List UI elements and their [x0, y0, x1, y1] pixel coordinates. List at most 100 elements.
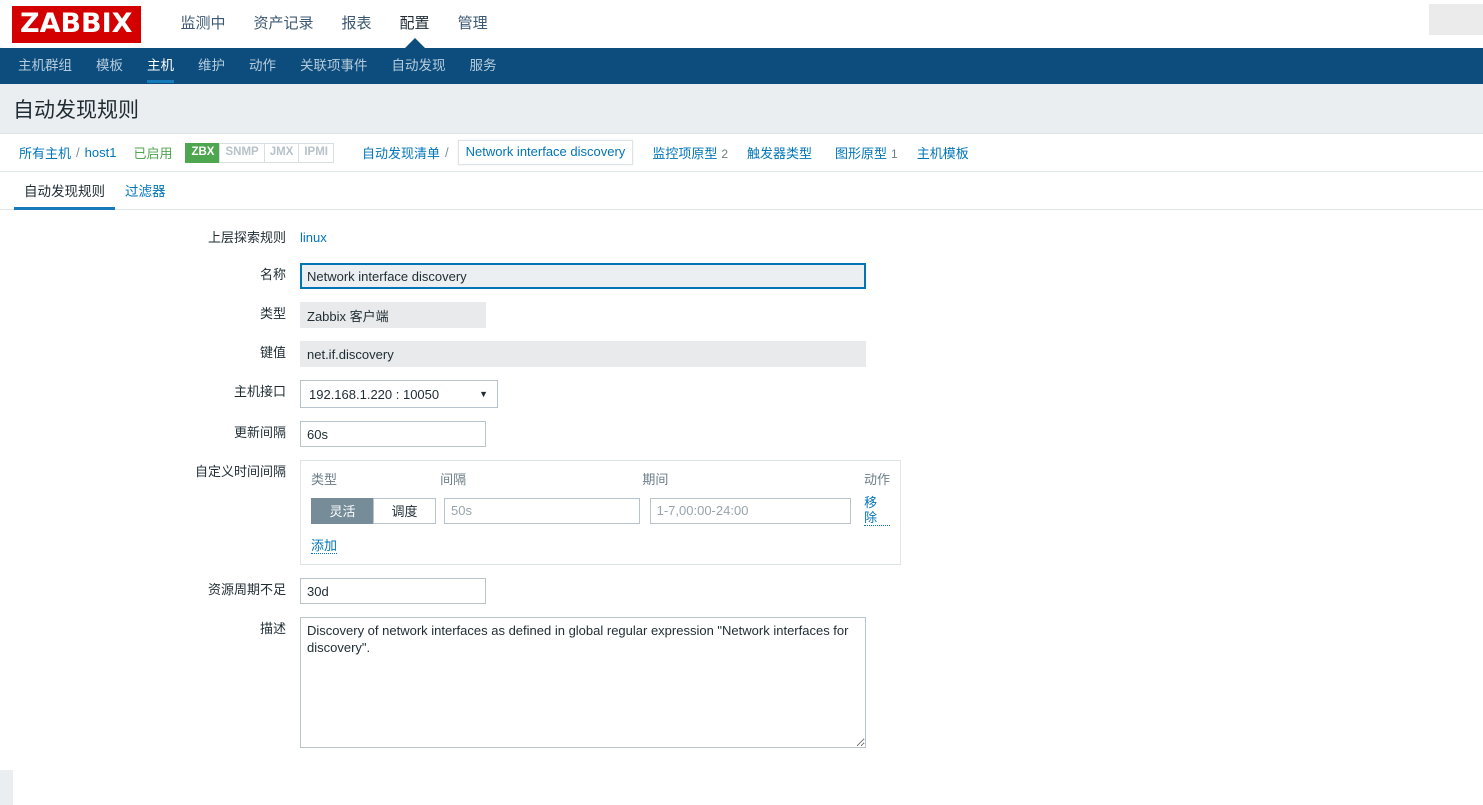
label-key: 键值: [259, 345, 286, 360]
main-menu-item-configuration[interactable]: 配置: [386, 0, 444, 48]
form-row-description: 描述: [0, 617, 1483, 751]
interval-value-input[interactable]: [444, 497, 640, 524]
host-status-enabled[interactable]: 已启用: [133, 143, 172, 162]
key-input[interactable]: [300, 341, 866, 367]
main-menu-item-reports[interactable]: 报表: [328, 0, 386, 48]
form-row-host-interface: 主机接口 192.168.1.220 : 10050 ▼: [0, 380, 1483, 408]
breadcrumb-current-rule[interactable]: Network interface discovery: [457, 140, 634, 165]
interval-type-flexible-button[interactable]: 灵活: [311, 497, 375, 524]
breadcrumb-link-host-prototypes[interactable]: 主机模板: [917, 143, 973, 162]
custom-intervals-table: 类型 间隔 期间 动作 灵活 调度 移除 添加: [300, 460, 901, 565]
add-interval-link[interactable]: 添加: [311, 538, 338, 554]
interval-type-toggle: 灵活 调度: [311, 497, 437, 524]
subnav-item-templates[interactable]: 模板: [84, 48, 135, 84]
breadcrumb: 所有主机 / host1 已启用 ZBX SNMP JMX IPMI 自动发现清…: [0, 134, 1483, 172]
interface-badge-ipmi[interactable]: IPMI: [298, 142, 334, 163]
subnav-item-hosts[interactable]: 主机: [135, 48, 186, 84]
field-type: [300, 302, 1483, 328]
user-profile-placeholder[interactable]: [1429, 4, 1483, 35]
main-menu: 监测中 资产记录 报表 配置 管理: [167, 0, 502, 48]
sub-navigation: 主机群组 模板 主机 维护 动作 关联项事件 自动发现 服务: [0, 48, 1483, 84]
form-row-update-interval: 更新间隔: [0, 421, 1483, 447]
field-update-interval: [300, 421, 1483, 447]
description-textarea[interactable]: [300, 617, 866, 748]
subnav-item-discovery[interactable]: 自动发现: [380, 48, 458, 84]
interface-badges: ZBX SNMP JMX IPMI: [185, 142, 334, 163]
breadcrumb-discovery-list[interactable]: 自动发现清单: [362, 143, 440, 162]
name-input[interactable]: [300, 263, 866, 289]
top-header: ZABBIX 监测中 资产记录 报表 配置 管理: [0, 0, 1483, 48]
label-lifetime: 资源周期不足: [207, 582, 286, 597]
breadcrumb-link-trigger-prototypes-label: 触发器类型: [747, 146, 813, 161]
breadcrumb-discovery-group: 自动发现清单 / Network interface discovery: [362, 140, 634, 165]
label-host-interface: 主机接口: [233, 384, 286, 399]
subnav-item-actions[interactable]: 动作: [237, 48, 288, 84]
lifetime-input[interactable]: [300, 578, 486, 604]
update-interval-input[interactable]: [300, 421, 486, 447]
breadcrumb-link-trigger-prototypes[interactable]: 触发器类型: [747, 143, 816, 162]
breadcrumb-link-host-prototypes-label: 主机模板: [916, 146, 969, 161]
main-menu-item-inventory[interactable]: 资产记录: [240, 0, 328, 48]
form-row-lifetime: 资源周期不足: [0, 578, 1483, 604]
column-header-interval: 间隔: [440, 472, 467, 487]
page-title: 自动发现规则: [13, 98, 139, 122]
field-parent-rule: linux: [300, 226, 1483, 250]
breadcrumb-link-graph-prototypes-label: 图形原型: [835, 146, 888, 161]
label-type: 类型: [259, 306, 286, 321]
parent-rule-link[interactable]: linux: [300, 230, 327, 245]
column-header-type: 类型: [311, 472, 338, 487]
field-name: [300, 263, 1483, 289]
chevron-down-icon: ▼: [479, 388, 488, 399]
table-row: 灵活 调度 移除: [311, 495, 890, 526]
subnav-item-maintenance[interactable]: 维护: [186, 48, 237, 84]
column-header-action: 动作: [863, 472, 890, 487]
type-input[interactable]: [300, 302, 486, 328]
field-description: [300, 617, 1483, 751]
breadcrumb-link-item-prototypes-count: 2: [721, 147, 729, 161]
main-menu-item-monitoring[interactable]: 监测中: [167, 0, 240, 48]
zabbix-logo[interactable]: ZABBIX: [12, 5, 141, 43]
form-row-name: 名称: [0, 263, 1483, 289]
subnav-item-host-groups[interactable]: 主机群组: [6, 48, 84, 84]
interface-badge-zbx[interactable]: ZBX: [185, 142, 221, 163]
field-custom-intervals: 类型 间隔 期间 动作 灵活 调度 移除 添加: [300, 460, 1483, 565]
label-custom-intervals: 自定义时间间隔: [194, 464, 286, 479]
form-row-parent-rule: 上层探索规则 linux: [0, 226, 1483, 250]
breadcrumb-link-graph-prototypes-count: 1: [891, 147, 898, 161]
subnav-item-services[interactable]: 服务: [458, 48, 509, 84]
label-parent-rule: 上层探索规则: [207, 230, 286, 245]
field-key: [300, 341, 1483, 367]
label-update-interval: 更新间隔: [233, 425, 286, 440]
breadcrumb-link-item-prototypes[interactable]: 监控项原型 2: [652, 143, 728, 162]
form-tabs: 自动发现规则 过滤器: [0, 172, 1483, 210]
field-host-interface: 192.168.1.220 : 10050 ▼: [300, 380, 1483, 408]
interface-badge-jmx[interactable]: JMX: [263, 142, 300, 163]
breadcrumb-separator-2: /: [445, 145, 449, 160]
period-value-input[interactable]: [649, 497, 852, 524]
host-interface-selected-value: 192.168.1.220 : 10050: [309, 386, 440, 402]
remove-interval-link[interactable]: 移除: [864, 495, 890, 526]
breadcrumb-link-item-prototypes-label: 监控项原型: [652, 146, 718, 161]
left-edge-strip: [0, 770, 13, 805]
discovery-rule-form: 上层探索规则 linux 名称 类型 键值 主机接口 192.168.1.220…: [0, 210, 1483, 751]
subnav-item-correlation[interactable]: 关联项事件: [288, 48, 380, 84]
label-name: 名称: [259, 267, 286, 282]
host-interface-select[interactable]: 192.168.1.220 : 10050 ▼: [300, 380, 498, 408]
breadcrumb-host[interactable]: host1: [85, 145, 117, 160]
tab-filters[interactable]: 过滤器: [115, 180, 176, 209]
tab-discovery-rule[interactable]: 自动发现规则: [14, 180, 115, 210]
form-row-type: 类型: [0, 302, 1483, 328]
breadcrumb-link-graph-prototypes[interactable]: 图形原型 1: [835, 143, 898, 162]
label-description: 描述: [259, 621, 286, 636]
field-lifetime: [300, 578, 1483, 604]
interval-type-scheduling-button[interactable]: 调度: [373, 497, 437, 524]
form-row-custom-intervals: 自定义时间间隔 类型 间隔 期间 动作 灵活 调度 移除: [0, 460, 1483, 565]
column-header-period: 期间: [642, 472, 669, 487]
form-row-key: 键值: [0, 341, 1483, 367]
breadcrumb-all-hosts[interactable]: 所有主机: [19, 143, 71, 162]
custom-intervals-header: 类型 间隔 期间 动作: [311, 469, 890, 495]
main-menu-item-administration[interactable]: 管理: [444, 0, 502, 48]
page-title-bar: 自动发现规则: [0, 84, 1483, 134]
breadcrumb-separator: /: [76, 145, 80, 160]
interface-badge-snmp[interactable]: SNMP: [219, 142, 265, 163]
